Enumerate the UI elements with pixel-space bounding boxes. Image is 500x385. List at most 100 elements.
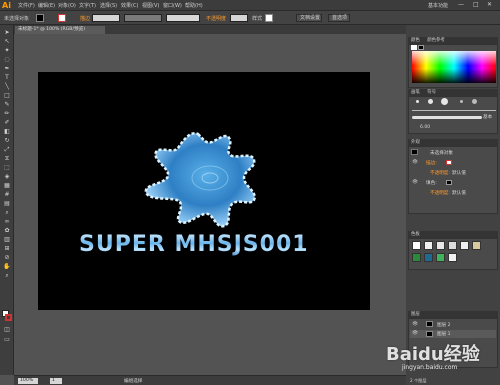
- menu-select[interactable]: 选择(S): [100, 2, 117, 9]
- shape-builder-tool-icon[interactable]: ◈: [3, 173, 11, 180]
- menu-object[interactable]: 对象(O): [58, 2, 76, 9]
- visibility-eye-icon[interactable]: 👁: [412, 160, 418, 165]
- brush-preset-small[interactable]: [416, 100, 419, 103]
- workspace-switcher[interactable]: 基本功能: [428, 2, 448, 9]
- magic-wand-tool-icon[interactable]: ✦: [3, 47, 11, 54]
- hand-tool-icon[interactable]: ✋: [3, 263, 11, 270]
- layer-1-name[interactable]: 图层 1: [437, 331, 451, 337]
- perspective-grid-tool-icon[interactable]: ▦: [3, 182, 11, 189]
- eraser-tool-icon[interactable]: ◧: [3, 128, 11, 135]
- menu-effect[interactable]: 效果(C): [121, 2, 138, 9]
- artboard-number[interactable]: 1: [50, 378, 62, 384]
- layer-2-name[interactable]: 图层 2: [437, 322, 451, 328]
- swatches-panel-header[interactable]: 色板: [408, 231, 498, 238]
- fill-swatch-panel[interactable]: [411, 45, 417, 50]
- swatch-white[interactable]: [424, 241, 433, 250]
- symbol-tab[interactable]: 符号: [427, 90, 436, 95]
- color-guide-tab[interactable]: 颜色参考: [427, 38, 445, 43]
- swatch-gray[interactable]: [448, 241, 457, 250]
- menu-window[interactable]: 窗口(W): [163, 2, 182, 9]
- free-transform-tool-icon[interactable]: ⬚: [3, 164, 11, 171]
- fill-swatch[interactable]: [36, 14, 44, 22]
- blend-tool-icon[interactable]: ∞: [3, 218, 11, 225]
- color-tab[interactable]: 颜色: [411, 38, 420, 43]
- document-setup-button[interactable]: 文档设置: [296, 14, 322, 22]
- zoom-tool-icon[interactable]: ⌕: [3, 272, 11, 279]
- width-tool-icon[interactable]: ⧖: [3, 155, 11, 162]
- stroke-swatch[interactable]: [58, 14, 66, 22]
- layers-panel-header[interactable]: 图层: [408, 311, 498, 318]
- swatch-green[interactable]: [412, 253, 421, 262]
- brush-preset-large[interactable]: [441, 98, 448, 105]
- slice-tool-icon[interactable]: ⊘: [3, 254, 11, 261]
- menu-view[interactable]: 视图(V): [142, 2, 159, 9]
- graphic-style-swatch[interactable]: [265, 14, 273, 22]
- paintbrush-tool-icon[interactable]: ✎: [3, 101, 11, 108]
- layer-1-row-highlight[interactable]: [410, 330, 496, 338]
- menu-edit[interactable]: 编辑(E): [38, 2, 55, 9]
- opacity-label[interactable]: 不透明度: [206, 15, 226, 22]
- swatch-tan[interactable]: [472, 241, 481, 250]
- swatch-bright-green[interactable]: [436, 253, 445, 262]
- appearance-fill-opacity-label[interactable]: 不透明度:: [430, 190, 450, 196]
- opacity-field[interactable]: [230, 14, 248, 22]
- menu-file[interactable]: 文件(F): [18, 2, 35, 9]
- artboard-tool-icon[interactable]: ⊞: [3, 245, 11, 252]
- appearance-fill-swatch[interactable]: [446, 180, 452, 185]
- screen-mode-icon[interactable]: ▭: [3, 336, 11, 343]
- brush-preset-medium[interactable]: [428, 99, 433, 104]
- appearance-stroke-opacity-label[interactable]: 不透明度:: [430, 170, 450, 176]
- drawing-mode-icon[interactable]: ◫: [3, 326, 11, 333]
- appearance-stroke-label[interactable]: 描边:: [426, 160, 437, 166]
- splash-shape[interactable]: [140, 130, 280, 230]
- rotate-tool-icon[interactable]: ↻: [3, 137, 11, 144]
- visibility-eye-icon[interactable]: 👁: [412, 180, 418, 185]
- menu-type[interactable]: 文字(T): [79, 2, 96, 9]
- stroke-swatch-panel[interactable]: [418, 45, 424, 50]
- brush-preset-soft-medium[interactable]: [472, 99, 477, 104]
- brush-basic-stroke[interactable]: [412, 116, 482, 119]
- layer-eye-icon[interactable]: 👁: [412, 331, 418, 336]
- appearance-fill-label[interactable]: 填色:: [426, 180, 437, 186]
- swatch-light[interactable]: [436, 241, 445, 250]
- layer-eye-icon[interactable]: 👁: [412, 322, 418, 327]
- menu-help[interactable]: 帮助(H): [185, 2, 203, 9]
- blob-brush-tool-icon[interactable]: ✐: [3, 119, 11, 126]
- swatch-off-white[interactable]: [448, 253, 457, 262]
- swatch-teal[interactable]: [424, 253, 433, 262]
- appearance-panel-header[interactable]: 外观: [408, 139, 498, 146]
- symbol-sprayer-tool-icon[interactable]: ✿: [3, 227, 11, 234]
- appearance-stroke-swatch[interactable]: [446, 160, 452, 165]
- zoom-level[interactable]: 100%: [18, 378, 38, 384]
- brush-definition[interactable]: [166, 14, 200, 22]
- line-tool-icon[interactable]: ╲: [3, 83, 11, 90]
- swatch-none[interactable]: [412, 241, 421, 250]
- swatch-pale[interactable]: [460, 241, 469, 250]
- preferences-button[interactable]: 首选项: [328, 14, 350, 22]
- rectangle-tool-icon[interactable]: □: [3, 92, 11, 99]
- pencil-tool-icon[interactable]: ✏: [3, 110, 11, 117]
- selection-tool-icon[interactable]: ➤: [3, 29, 11, 36]
- pen-tool-icon[interactable]: ✒: [3, 65, 11, 72]
- direct-selection-tool-icon[interactable]: ↖: [3, 38, 11, 45]
- artwork-text[interactable]: SUPER MHSJS001: [79, 232, 309, 257]
- maximize-icon[interactable]: □: [473, 1, 479, 8]
- mesh-tool-icon[interactable]: #: [3, 191, 11, 198]
- gradient-tool-icon[interactable]: ▤: [3, 200, 11, 207]
- color-panel-header[interactable]: 颜色 颜色参考: [408, 37, 498, 44]
- type-tool-icon[interactable]: T: [3, 74, 11, 81]
- brush-tab[interactable]: 画笔: [411, 90, 420, 95]
- document-tab[interactable]: 未标题-1* @ 100% (RGB/预览): [15, 26, 105, 34]
- column-graph-tool-icon[interactable]: ▥: [3, 236, 11, 243]
- eyedropper-tool-icon[interactable]: ⌕: [3, 209, 11, 216]
- brush-preset-soft[interactable]: [460, 100, 463, 103]
- stroke-weight-field[interactable]: [92, 14, 120, 22]
- minimize-icon[interactable]: —: [458, 1, 464, 8]
- lasso-tool-icon[interactable]: ◌: [3, 56, 11, 63]
- variable-width-profile[interactable]: [124, 14, 162, 22]
- brush-panel-header[interactable]: 画笔 符号: [408, 89, 498, 96]
- scale-tool-icon[interactable]: ⤢: [3, 146, 11, 153]
- stroke-color-icon[interactable]: [5, 314, 12, 321]
- close-icon[interactable]: ✕: [487, 1, 492, 8]
- stroke-label[interactable]: 描边: [80, 15, 90, 22]
